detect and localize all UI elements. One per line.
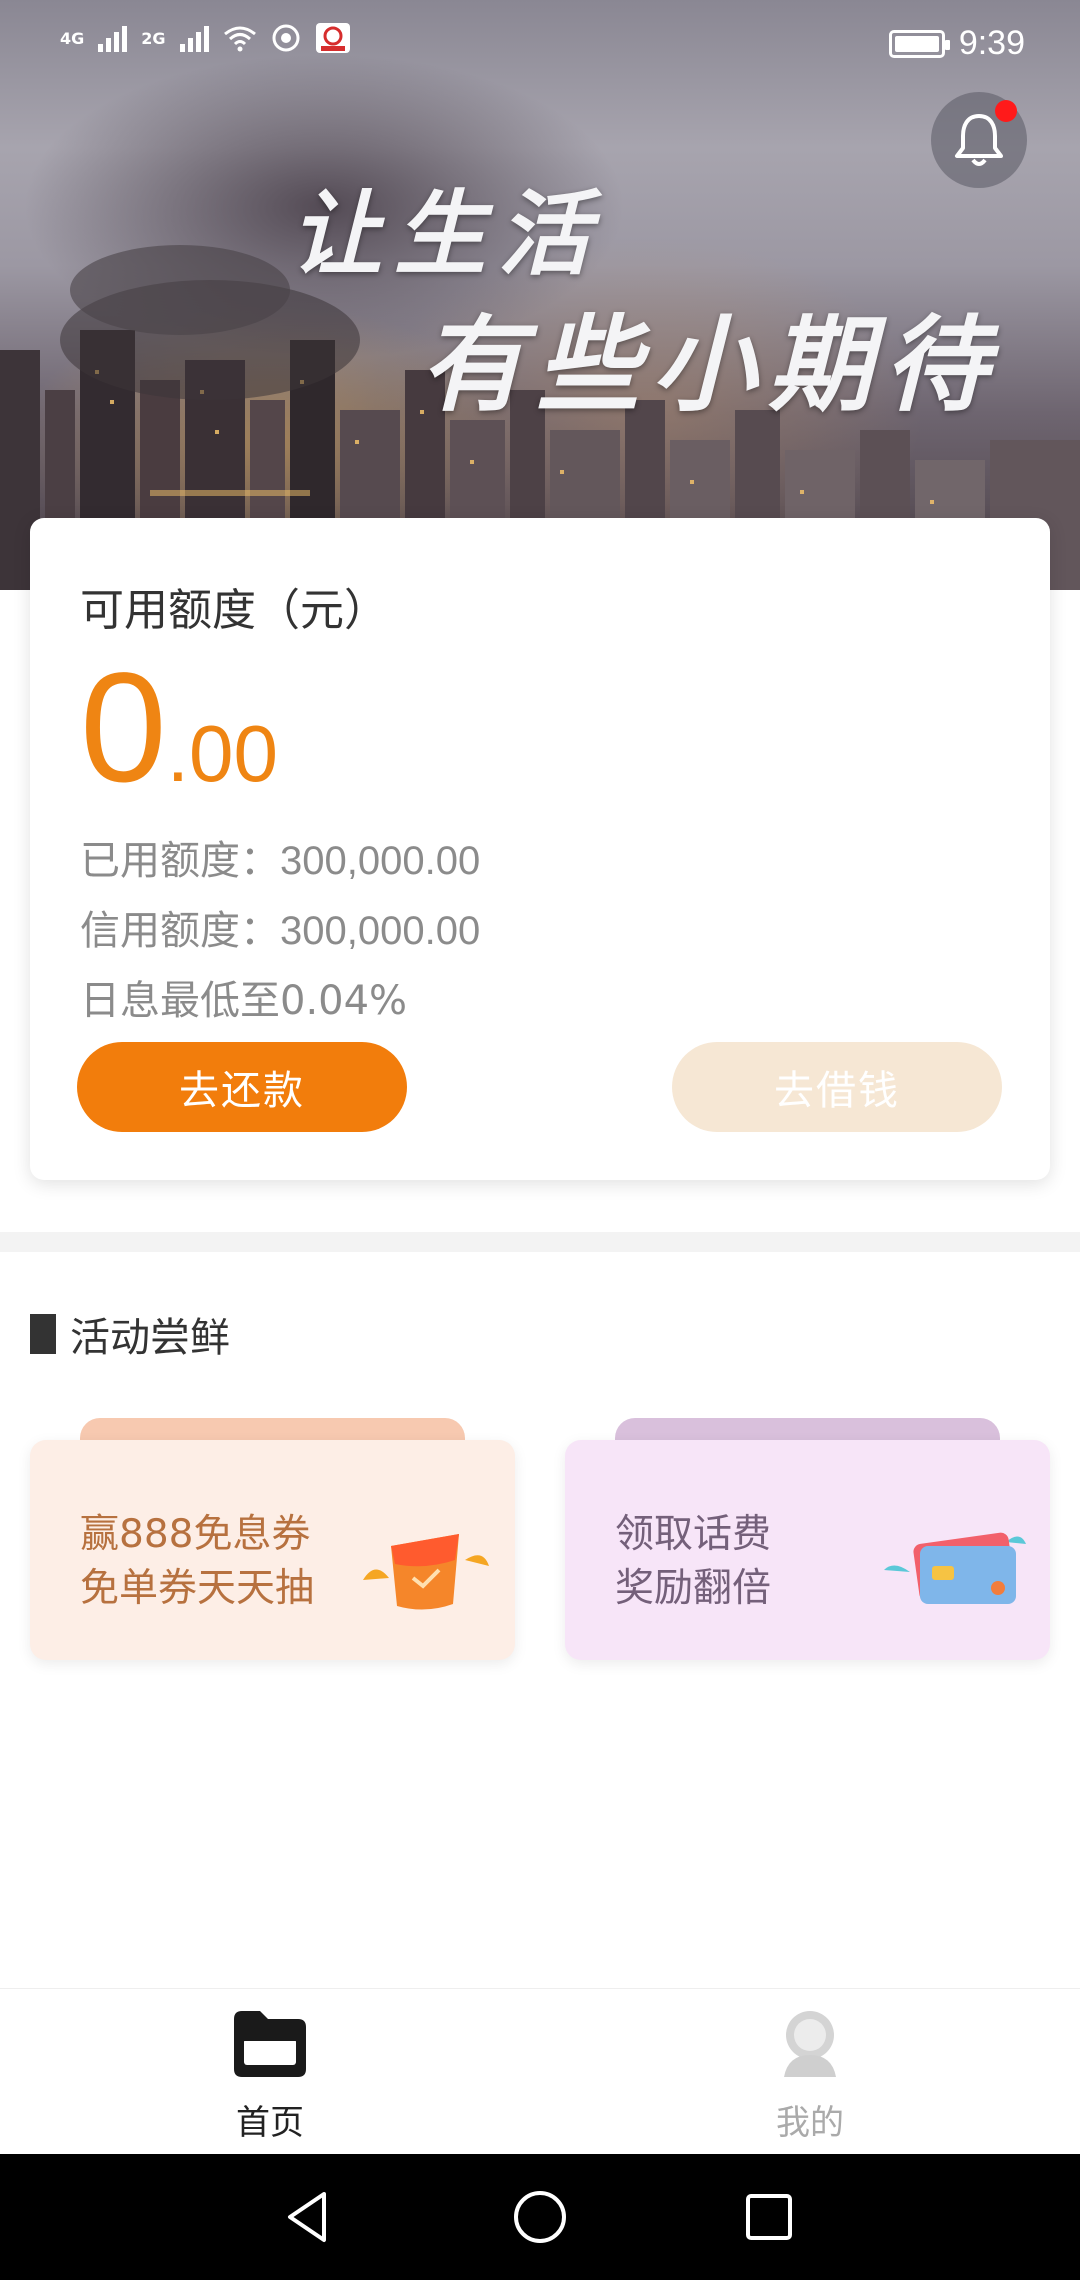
app-notification-icon — [272, 24, 300, 52]
section-divider — [0, 1232, 1080, 1252]
promo-line2: 免单券天天抽 — [80, 1566, 315, 1611]
section-marker — [30, 1314, 56, 1354]
promo-line2: 奖励翻倍 — [615, 1566, 772, 1611]
clock: 9:39 — [958, 24, 1025, 62]
profile-icon — [784, 2011, 836, 2077]
network-type-2: 2G — [141, 28, 166, 48]
home-circle-icon[interactable] — [507, 2184, 573, 2250]
nav-mine-label: 我的 — [776, 2103, 844, 2143]
bank-card-icon — [884, 1532, 1026, 1604]
nav-home[interactable]: 首页 — [0, 1989, 540, 2155]
signal-icon — [98, 24, 128, 52]
promo-card-body: 赢888免息券 免单券天天抽 — [30, 1440, 515, 1660]
back-icon[interactable] — [276, 2184, 342, 2250]
home-folder-icon — [234, 2011, 306, 2077]
credit-limit-value: 300,000.00 — [280, 909, 481, 953]
used-credit-value: 300,000.00 — [280, 839, 481, 883]
bottom-nav: 首页 我的 — [0, 1988, 1080, 2154]
battery-icon — [888, 29, 950, 58]
hero-slogan-line2: 有些小期待 — [420, 303, 1001, 426]
activities-title: 活动尝鲜 — [70, 1315, 230, 1361]
wifi-icon — [223, 26, 256, 52]
promo-card-phone-bill[interactable]: 领取话费 奖励翻倍 — [565, 1418, 1050, 1660]
available-credit-title: 可用额度（元） — [80, 585, 388, 636]
notification-button[interactable] — [931, 92, 1027, 188]
credit-limit-label: 信用额度： — [80, 908, 280, 954]
promo-card-body: 领取话费 奖励翻倍 — [565, 1440, 1050, 1660]
recent-apps-icon[interactable] — [736, 2184, 802, 2250]
network-type-1: 4G — [60, 28, 85, 48]
repay-button[interactable]: 去还款 — [77, 1042, 407, 1132]
promo-line1: 赢888免息券 — [80, 1512, 311, 1557]
status-bar: 4G 2G 9:39 — [0, 0, 1080, 90]
nav-home-label: 首页 — [236, 2103, 304, 2143]
promo-card-text: 领取话费 奖励翻倍 — [615, 1508, 771, 1616]
credit-card-panel: 可用额度（元） 0.00 已用额度：300,000.00 信用额度：300,00… — [30, 518, 1050, 1180]
red-envelope-icon — [363, 1534, 489, 1610]
hero-slogan-line1: 让生活 — [290, 180, 603, 288]
amount-decimal: .00 — [166, 709, 278, 798]
promo-card-text: 赢888免息券 免单券天天抽 — [80, 1508, 314, 1616]
signal-icon-2 — [179, 24, 209, 52]
available-credit-amount: 0.00 — [80, 648, 278, 808]
system-nav-bar — [0, 2154, 1080, 2280]
used-credit-line: 已用额度：300,000.00 — [80, 828, 480, 886]
unread-badge — [995, 100, 1017, 122]
app-badge-icon — [315, 23, 350, 53]
daily-rate-text: 日息最低至0.04% — [80, 978, 408, 1024]
used-credit-label: 已用额度： — [80, 838, 280, 884]
promo-line1: 领取话费 — [615, 1512, 772, 1557]
app-screen: 让生活 有些小期待 4G 2G 9:39 可用额度（元） 0.00 已用额度：3… — [0, 0, 1080, 2280]
borrow-button[interactable]: 去借钱 — [672, 1042, 1002, 1132]
promo-card-coupon[interactable]: 赢888免息券 免单券天天抽 — [30, 1418, 515, 1660]
credit-limit-line: 信用额度：300,000.00 — [80, 898, 480, 956]
amount-integer: 0 — [80, 641, 167, 815]
activities-header: 活动尝鲜 — [30, 1305, 230, 1363]
nav-mine[interactable]: 我的 — [540, 1989, 1080, 2155]
